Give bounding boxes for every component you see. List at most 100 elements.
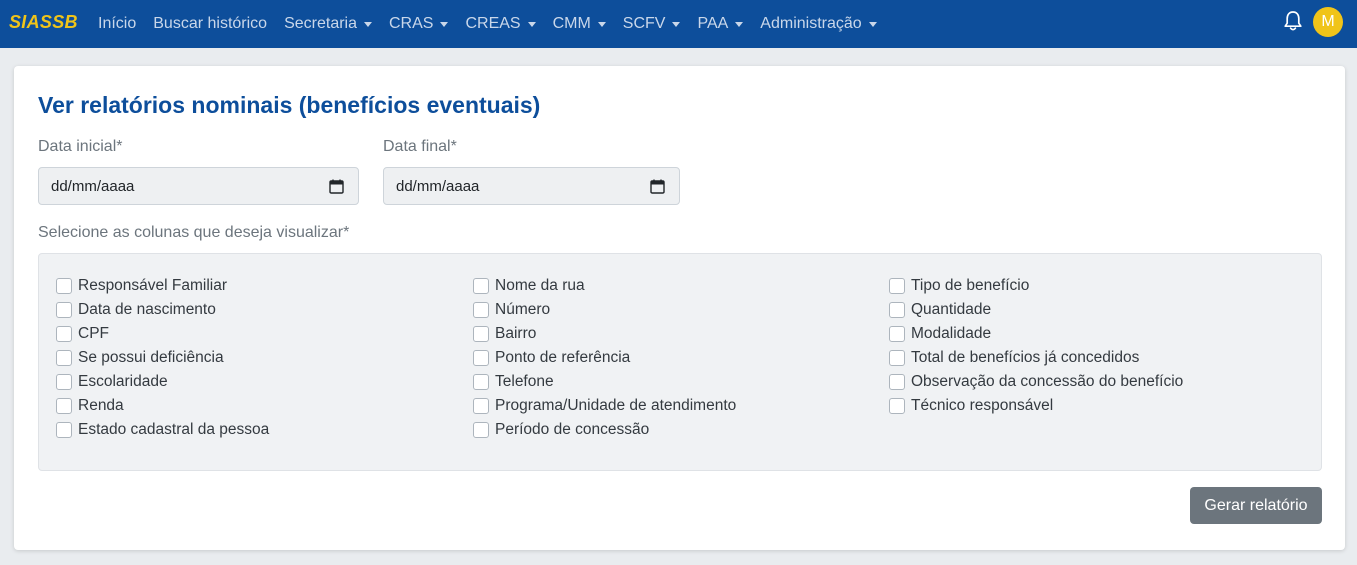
checkbox[interactable] [56,302,72,318]
checkbox[interactable] [889,398,905,414]
nav-item-paa[interactable]: PAA [697,15,744,33]
checkbox-programa-unidade[interactable]: Programa/Unidade de atendimento [473,394,736,418]
nav-item-cmm[interactable]: CMM [553,15,606,33]
checkbox[interactable] [56,278,72,294]
checkbox-tipo-beneficio[interactable]: Tipo de benefício [889,274,1183,298]
checkbox[interactable] [473,302,489,318]
nav-item-secretaria[interactable]: Secretaria [284,15,372,33]
checkbox-label: CPF [78,325,109,342]
checkbox-label: Período de concessão [495,421,650,438]
caret-down-icon [440,22,449,27]
checkbox-label: Ponto de referência [495,349,631,366]
date-end-label: Data final* [383,138,457,155]
avatar-initial: M [1321,13,1335,30]
checkbox[interactable] [473,398,489,414]
date-start-input[interactable]: dd/mm/aaaa [38,167,359,205]
checkbox-periodo-concessao[interactable]: Período de concessão [473,418,736,442]
page-title: Ver relatórios nominais (benefícios even… [38,92,541,118]
checkbox-label: Telefone [495,373,554,390]
checkbox-label: Modalidade [911,325,992,342]
caret-down-icon [735,22,744,27]
checkbox[interactable] [56,422,72,438]
nav-item-label: CREAS [465,15,521,32]
caret-down-icon [597,22,606,27]
generate-report-button[interactable]: Gerar relatório [1190,487,1322,524]
checkbox-renda[interactable]: Renda [56,394,269,418]
nav-item-cras[interactable]: CRAS [389,15,449,33]
checkbox[interactable] [473,374,489,390]
checkbox-telefone[interactable]: Telefone [473,370,736,394]
user-avatar[interactable]: M [1313,7,1343,37]
nav-item-label: SCFV [622,15,666,32]
checkbox[interactable] [56,350,72,366]
checkbox-label: Tipo de benefício [911,277,1030,294]
checkbox-tecnico-responsavel[interactable]: Técnico responsável [889,394,1183,418]
report-card: Ver relatórios nominais (benefícios even… [14,66,1345,550]
date-start-label: Data inicial* [38,138,123,155]
nav-item-inicio[interactable]: Início [98,15,136,33]
checkbox-label: Observação da concessão do benefício [911,373,1184,390]
checkbox-label: Responsável Familiar [78,277,228,294]
checkbox[interactable] [889,326,905,342]
checkbox-label: Número [495,301,551,318]
checkbox-label: Quantidade [911,301,992,318]
checkbox-bairro[interactable]: Bairro [473,322,736,346]
nav-item-creas[interactable]: CREAS [465,15,536,33]
nav-item-scfv[interactable]: SCFV [623,15,681,33]
nav-item-label: Início [98,15,137,32]
checkbox-quantidade[interactable]: Quantidade [889,298,1183,322]
checkbox[interactable] [473,278,489,294]
checkbox-modalidade[interactable]: Modalidade [889,322,1183,346]
date-end-input[interactable]: dd/mm/aaaa [383,167,680,205]
checkbox-label: Programa/Unidade de atendimento [495,397,737,414]
checkbox-label: Data de nascimento [78,301,216,318]
nav-item-label: Buscar histórico [153,15,268,32]
checkbox-escolaridade[interactable]: Escolaridade [56,370,269,394]
nav-item-label: CRAS [389,15,434,32]
checkbox-label: Bairro [495,325,537,342]
checkbox-ponto-referencia[interactable]: Ponto de referência [473,346,736,370]
nav-item-buscar-historico[interactable]: Buscar histórico [153,15,267,33]
checkbox-label: Técnico responsável [911,397,1054,414]
checkbox[interactable] [56,374,72,390]
columns-checkbox-group: Responsável Familiar Data de nascimento … [38,253,1322,471]
nav-menu: Início Buscar histórico Secretaria CRAS … [98,0,894,48]
checkbox-nome-rua[interactable]: Nome da rua [473,274,736,298]
checkbox-label: Estado cadastral da pessoa [78,421,270,438]
brand-logo[interactable]: SIASSB [9,12,78,33]
checkbox[interactable] [889,350,905,366]
calendar-icon[interactable] [650,179,665,194]
checkbox-total-beneficios[interactable]: Total de benefícios já concedidos [889,346,1183,370]
caret-down-icon [364,22,372,27]
checkbox-deficiencia[interactable]: Se possui deficiência [56,346,269,370]
checkbox-label: Nome da rua [495,277,585,294]
date-start-placeholder: dd/mm/aaaa [51,177,135,195]
checkbox-label: Se possui deficiência [78,349,224,366]
checkbox[interactable] [889,302,905,318]
nav-item-label: Administração [760,15,862,32]
checkbox[interactable] [473,350,489,366]
checkbox-data-nascimento[interactable]: Data de nascimento [56,298,269,322]
checkbox-column-address: Nome da rua Número Bairro Ponto de refer… [473,274,736,442]
checkbox-responsavel-familiar[interactable]: Responsável Familiar [56,274,269,298]
checkbox[interactable] [889,374,905,390]
checkbox[interactable] [473,326,489,342]
checkbox-observacao-concessao[interactable]: Observação da concessão do benefício [889,370,1183,394]
checkbox-label: Total de benefícios já concedidos [911,349,1140,366]
checkbox-estado-cadastral[interactable]: Estado cadastral da pessoa [56,418,269,442]
navbar: SIASSB Início Buscar histórico Secretari… [0,0,1357,48]
bell-icon[interactable] [1283,10,1303,32]
date-end-placeholder: dd/mm/aaaa [396,177,480,195]
checkbox[interactable] [889,278,905,294]
checkbox[interactable] [473,422,489,438]
caret-down-icon [527,22,536,27]
checkbox-label: Escolaridade [78,373,168,390]
nav-item-administracao[interactable]: Administração [760,15,877,33]
calendar-icon[interactable] [329,179,344,194]
checkbox-cpf[interactable]: CPF [56,322,269,346]
checkbox-column-personal: Responsável Familiar Data de nascimento … [56,274,269,442]
checkbox[interactable] [56,326,72,342]
checkbox[interactable] [56,398,72,414]
checkbox-numero[interactable]: Número [473,298,736,322]
checkbox-column-benefit: Tipo de benefício Quantidade Modalidade … [889,274,1183,418]
